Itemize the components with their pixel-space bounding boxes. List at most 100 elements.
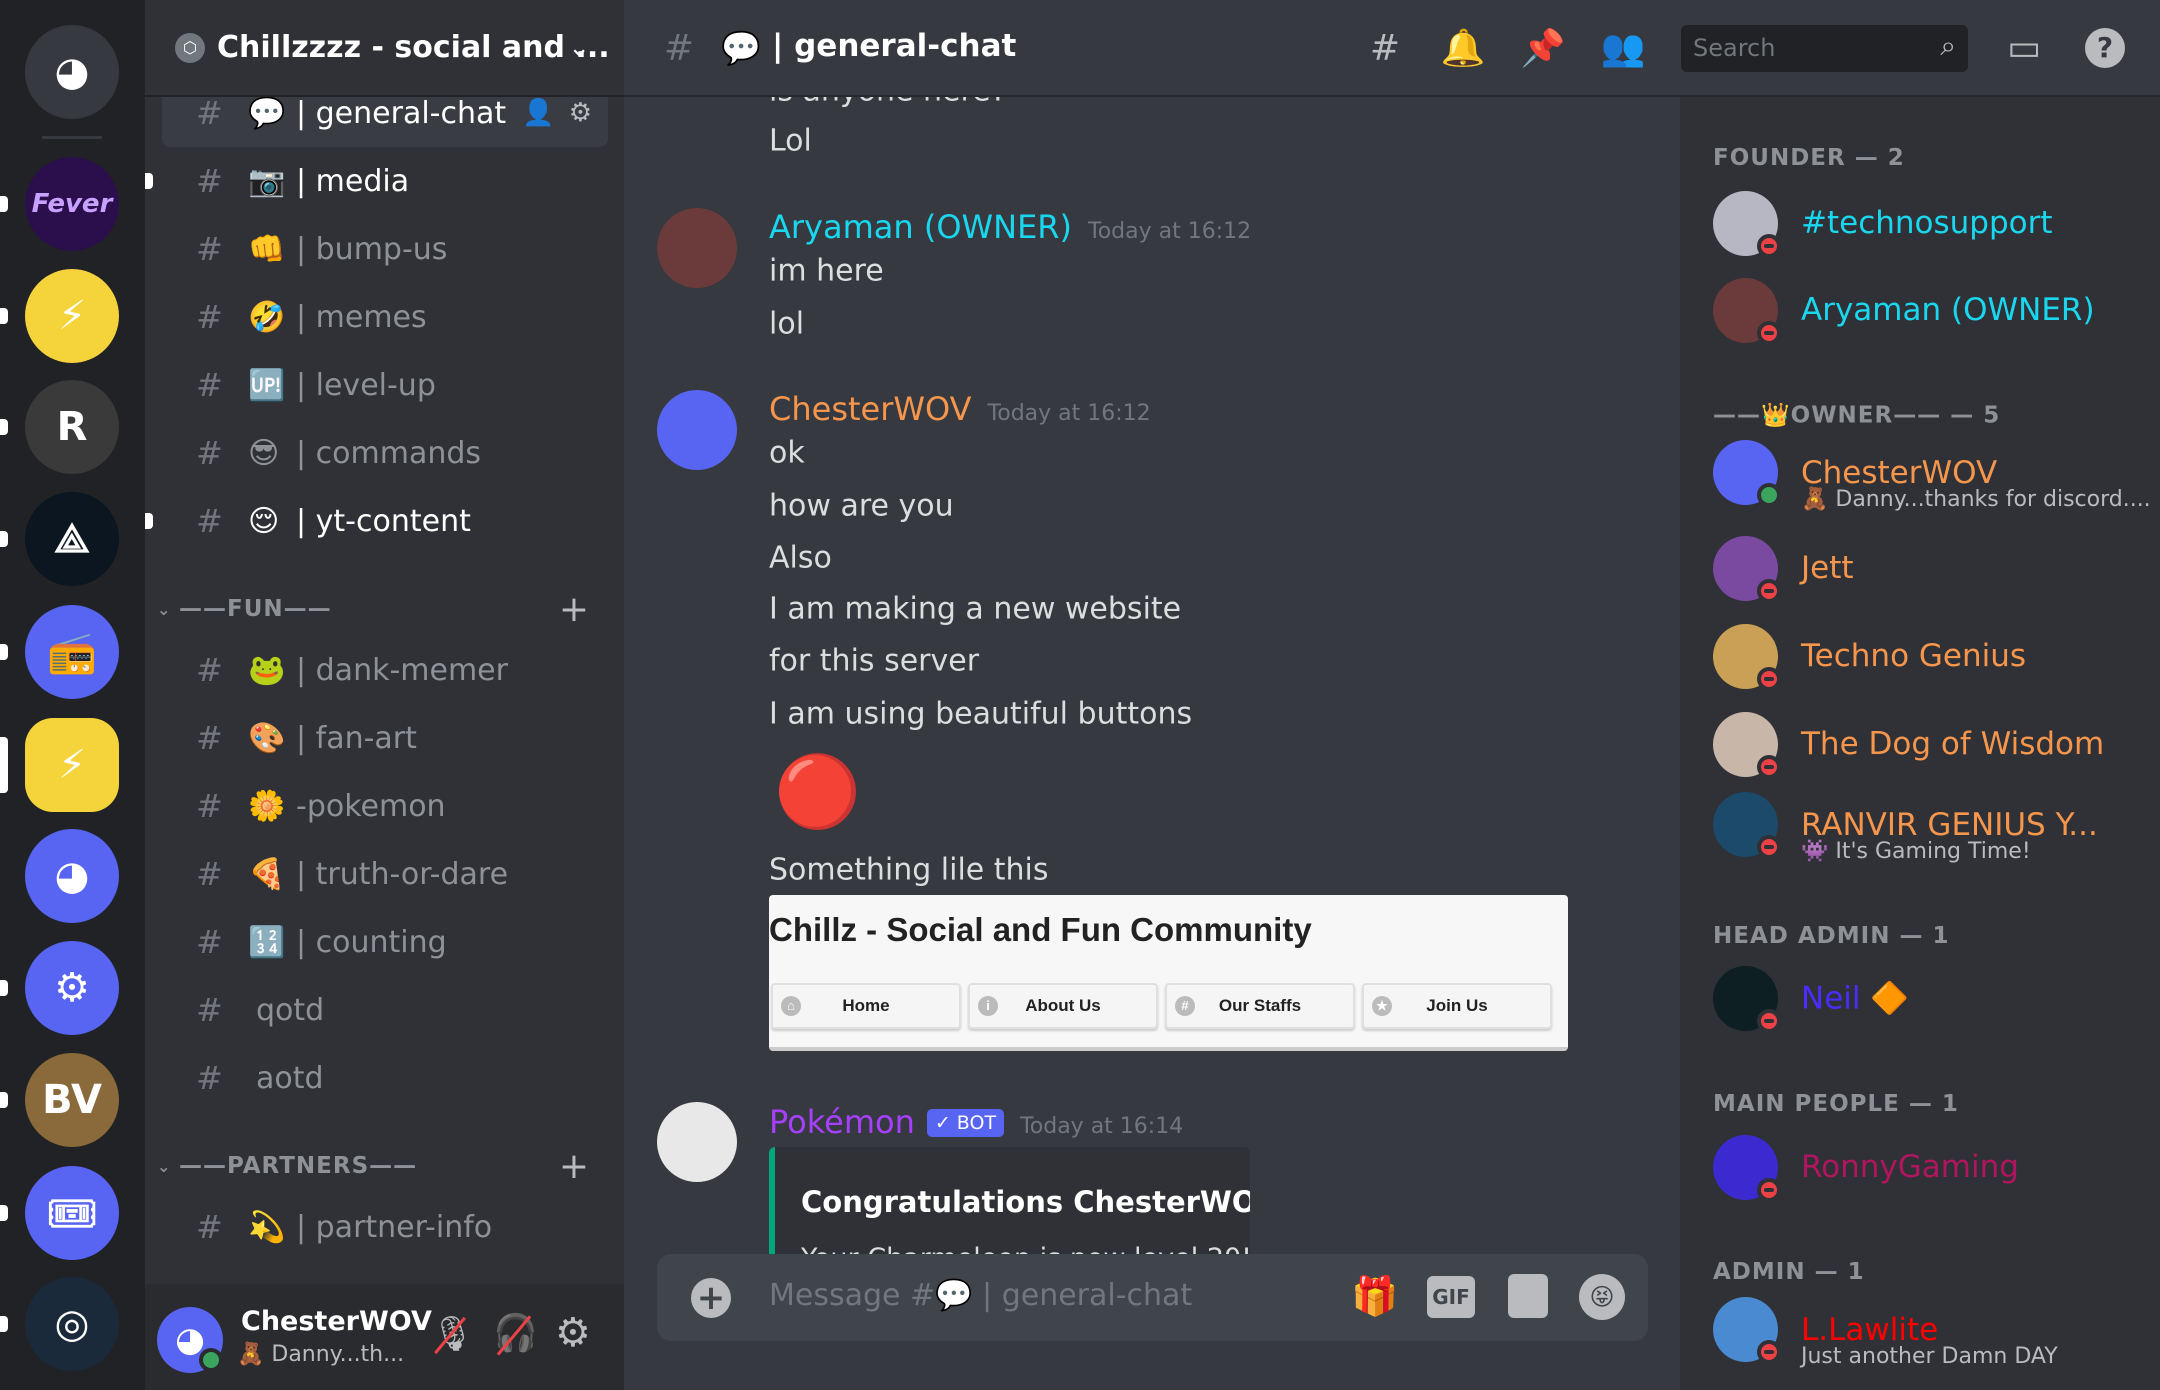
server-icon-settings-bubble[interactable]: ⚙ [25, 941, 119, 1035]
server-icon-r-server[interactable]: R [25, 380, 119, 474]
server-unread-pill [0, 1092, 8, 1108]
channel-item[interactable]: # 💫 | partner-info [162, 1193, 608, 1261]
preview-button-label: Our Staffs [1218, 996, 1302, 1015]
member-list-icon[interactable]: 👥 [1601, 27, 1646, 69]
message-text: how are you [769, 488, 954, 524]
preview-button-label: Join Us [1426, 996, 1488, 1015]
embed-title: Congratulations ChesterWOV! [801, 1185, 1250, 1219]
invite-user-icon[interactable]: 👤 [522, 98, 554, 128]
server-icon-discord-home[interactable]: ◕ [25, 25, 119, 119]
message-author[interactable]: Pokémon [769, 1103, 915, 1141]
avatar[interactable] [657, 1102, 737, 1182]
member-status: 👾 It's Gaming Time! [1801, 839, 2031, 864]
member-item[interactable]: Jett [1713, 533, 2153, 603]
avatar[interactable] [657, 208, 737, 288]
text-channel-hash-icon: # [196, 1208, 223, 1246]
pin-icon[interactable]: 📌 [1521, 27, 1566, 69]
search-input[interactable]: Search ⌕ [1681, 25, 1968, 72]
help-icon[interactable]: ? [2085, 28, 2125, 68]
channel-sidebar: ⬡ Chillzzzz - social and ... ⌄ # 💬 | gener… [145, 0, 624, 1390]
server-icon-ticket-server[interactable]: 🎟 [25, 1166, 119, 1260]
channel-item[interactable]: # 🌼 -pokemon [162, 772, 608, 840]
member-item[interactable]: Aryaman (OWNER) [1713, 275, 2153, 345]
server-icon-boombox-server[interactable]: 📻 [25, 605, 119, 699]
user-settings-gear-icon[interactable]: ⚙ [555, 1310, 591, 1356]
member-item[interactable]: #technosupport [1713, 188, 2153, 258]
channel-item[interactable]: # 🔢 | counting [162, 908, 608, 976]
online-status-icon [1757, 483, 1781, 507]
gif-icon[interactable]: GIF [1427, 1276, 1475, 1318]
add-channel-plus-icon[interactable]: + [559, 1146, 590, 1187]
search-icon: ⌕ [1940, 29, 1956, 62]
channel-item[interactable]: # 🍕 | truth-or-dare [162, 840, 608, 908]
user-status: 🧸 Danny...th... [237, 1342, 405, 1367]
member-name: #technosupport [1801, 205, 2053, 241]
guild-header[interactable]: ⬡ Chillzzzz - social and ... ⌄ [145, 0, 624, 97]
channel-item[interactable]: # qotd [162, 976, 608, 1044]
server-unread-pill [0, 419, 8, 435]
channel-item[interactable]: # 👊 | bump-us [162, 215, 608, 283]
server-icon-circle-logo[interactable]: ◎ [25, 1277, 119, 1371]
channel-name: | dank-memer [296, 652, 508, 688]
channel-item[interactable]: # 😌 | yt-content [145, 487, 608, 555]
sticker-icon[interactable] [1508, 1274, 1548, 1318]
channel-settings-gear-icon[interactable]: ⚙ [569, 98, 592, 128]
text-channel-hash-icon: # [196, 855, 223, 893]
server-icon-bv-server[interactable]: BV [25, 1053, 119, 1147]
channel-item[interactable]: # 🤣 | memes [162, 283, 608, 351]
member-group-header: MAIN PEOPLE — 1 [1713, 1091, 1959, 1117]
server-unread-pill [0, 644, 8, 660]
channel-item[interactable]: # aotd [162, 1044, 608, 1112]
member-item[interactable]: ChesterWOV 🧸 Danny...thanks for discord..… [1713, 437, 2153, 512]
member-item[interactable]: RANVIR GENIUS Y... 👾 It's Gaming Time! [1713, 789, 2153, 864]
notification-bell-icon[interactable]: 🔔 [1441, 27, 1486, 69]
gift-icon[interactable]: 🎁 [1351, 1274, 1398, 1319]
message-text: for this server [769, 643, 980, 679]
member-item[interactable]: Techno Genius [1713, 621, 2153, 691]
deafen-headset-icon[interactable]: 🎧 [493, 1312, 538, 1356]
channel-item[interactable]: # 🎨 | fan-art [162, 704, 608, 772]
threads-icon[interactable]: # [1370, 28, 1400, 69]
message-input[interactable]: Message #💬 | general-chat [769, 1278, 1192, 1313]
username: ChesterWOV [241, 1306, 432, 1337]
member-item[interactable]: RonnyGaming [1713, 1132, 2153, 1202]
channel-emoji: 🍕 [248, 856, 286, 892]
server-icon-pikachu-1[interactable]: ⚡ [25, 269, 119, 363]
emoji-icon[interactable]: 😝 [1579, 1274, 1625, 1320]
channel-item[interactable]: # 🆙 | level-up [162, 351, 608, 419]
channel-emoji: 😌 [248, 503, 280, 539]
dnd-status-icon [1757, 667, 1781, 691]
channel-name: -pokemon [296, 788, 446, 824]
website-preview-image[interactable]: Chillz - Social and Fun Community ⌂ Home i… [769, 895, 1568, 1051]
mute-mic-icon[interactable]: 🎙 [431, 1314, 474, 1355]
text-channel-hash-icon: # [196, 1059, 223, 1097]
channel-name: | bump-us [296, 231, 448, 267]
server-icon-wolf-server[interactable]: ⟁ [25, 492, 119, 586]
message-composer[interactable]: + Message #💬 | general-chat 🎁 GIF 😝 [657, 1254, 1648, 1341]
server-icon-chillz-selected[interactable]: ⚡ [25, 718, 119, 812]
member-item[interactable]: The Dog of Wisdom [1713, 709, 2153, 779]
user-panel: ◕ ChesterWOV 🧸 Danny...th... 🎙 🎧 ⚙ [145, 1284, 624, 1390]
message-author[interactable]: ChesterWOV [769, 390, 972, 428]
message-text: im here [769, 253, 884, 289]
category-partners[interactable]: ⌄ ——PARTNERS—— + [145, 1139, 624, 1193]
member-item[interactable]: L.Lawlite Just another Damn DAY [1713, 1294, 2153, 1369]
add-channel-plus-icon[interactable]: + [559, 589, 590, 630]
message-header: ChesterWOV Today at 16:12 [769, 390, 1151, 428]
channel-item[interactable]: # 😎 | commands [162, 419, 608, 487]
message-author[interactable]: Aryaman (OWNER) [769, 208, 1072, 246]
attach-plus-icon[interactable]: + [691, 1278, 731, 1318]
server-icon-fever[interactable]: Fever [25, 157, 119, 251]
message-text: Something lile this [769, 852, 1049, 888]
server-icon-discord-mask[interactable]: ◕ [25, 829, 119, 923]
message-timestamp: Today at 16:12 [1088, 219, 1252, 244]
message-header: Aryaman (OWNER) Today at 16:12 [769, 208, 1251, 246]
category-fun[interactable]: ⌄ ——FUN—— + [145, 582, 624, 636]
avatar[interactable] [657, 390, 737, 470]
channel-name: | fan-art [296, 720, 417, 756]
chevron-down-icon[interactable]: ⌄ [568, 33, 590, 63]
member-item[interactable]: Neil 🔶 [1713, 963, 2153, 1033]
channel-item[interactable]: # 📷 | media [145, 147, 608, 215]
channel-item[interactable]: # 🐸 | dank-memer [162, 636, 608, 704]
inbox-icon[interactable]: ▭ [2007, 28, 2041, 69]
